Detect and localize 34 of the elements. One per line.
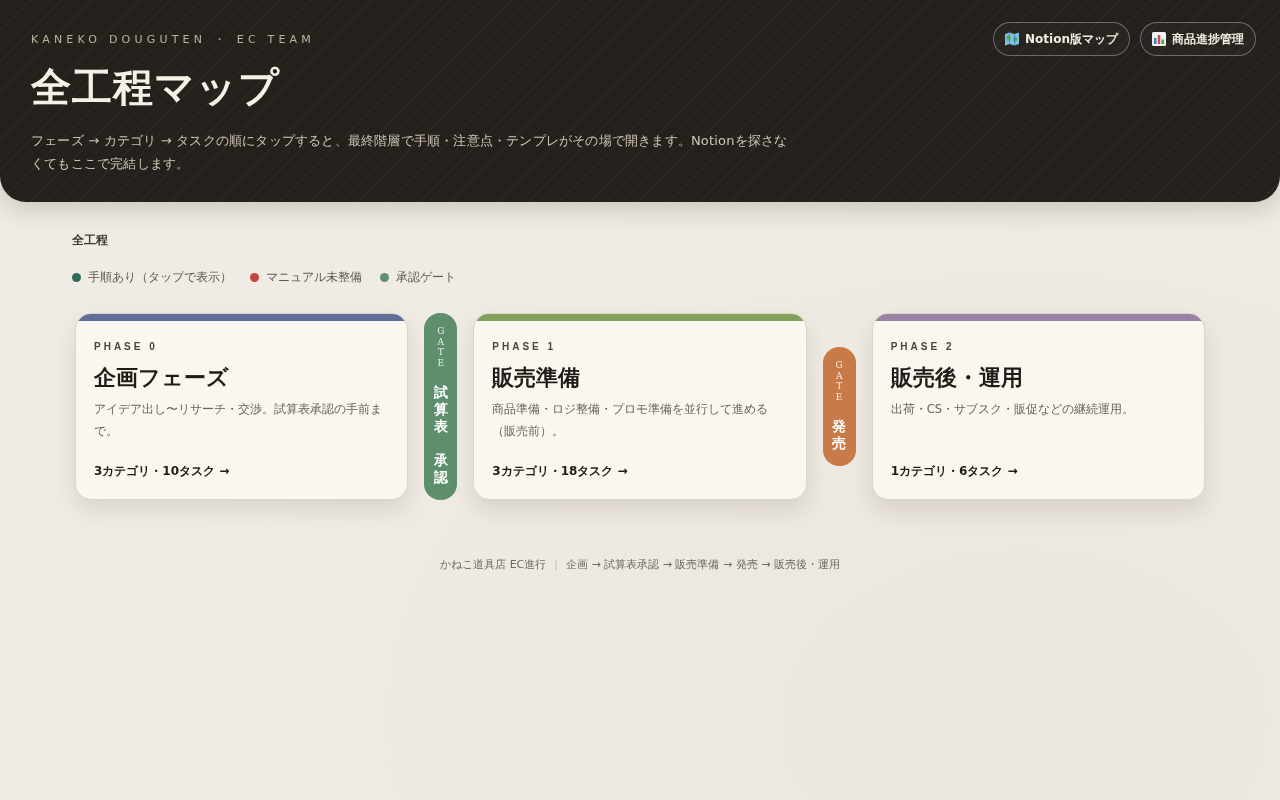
folded-map-icon (1005, 32, 1020, 46)
page-title: 全工程マップ (31, 62, 280, 112)
section-title: 全工程 (72, 232, 108, 248)
phase-card[interactable]: PHASE 2 販売後・運用 出荷・CS・サブスク・販促などの継続運用。 1カテゴリ・6タスク → (871, 313, 1205, 500)
task-summary: 1カテゴリ・6タスク → (890, 463, 1018, 479)
phase-label: PHASE 0 (94, 340, 158, 354)
task-summary: 3カテゴリ・10タスク → (94, 463, 230, 479)
phase-title: 販売準備 (492, 363, 581, 392)
footer-separator: | (554, 557, 558, 573)
phase-label: PHASE 2 (890, 340, 955, 354)
phase-title: 企画フェーズ (94, 363, 229, 392)
phase-card[interactable]: PHASE 0 企画フェーズ アイデア出し〜リサーチ・交渉。試算表承認の手前まで。 3カテゴリ・10タスク → (75, 313, 409, 500)
gate-label: 試算表 (433, 384, 448, 435)
bar-chart-icon (1152, 32, 1166, 46)
link-button[interactable]: Notion版マップ (993, 22, 1130, 56)
gate-tag: GATE (436, 326, 446, 368)
footer-route: 企画 → 試算表承認 → 販売準備 → 発売 → 販売後・運用 (566, 557, 840, 573)
task-summary: 3カテゴリ・18タスク → (492, 463, 628, 479)
link-button[interactable]: 商品進捗管理 (1140, 22, 1256, 56)
phase-label: PHASE 1 (492, 340, 557, 354)
footer-brand: かねこ道具店 EC進行 (440, 557, 547, 573)
gate-label: 承認 (433, 452, 448, 486)
legend-label: 手順あり（タップで表示） (88, 269, 232, 285)
phase-description: アイデア出し〜リサーチ・交渉。試算表承認の手前まで。 (94, 401, 383, 440)
header-eyebrow: KANEKO DOUGUTEN ・ EC TEAM (31, 33, 315, 47)
legend-label: 承認ゲート (396, 269, 456, 285)
gate-tag: GATE (834, 360, 844, 402)
phase-title: 販売後・運用 (890, 363, 1023, 392)
phase-description: 出荷・CS・サブスク・販促などの継続運用。 (890, 401, 1134, 418)
header-description: フェーズ → カテゴリ → タスクの順にタップすると、最終階層で手順・注意点・テンプレがその場で開きます。Notionを探さなくてもここで完結します。 (31, 132, 789, 173)
phase-description: 商品準備・ロジ整備・プロモ準備を並行して進める（販売前）。 (492, 401, 770, 440)
gate-label: 発売 (832, 418, 847, 452)
legend-label: マニュアル未整備 (266, 269, 362, 285)
phase-card[interactable]: PHASE 1 販売準備 商品準備・ロジ整備・プロモ準備を並行して進める（販売前）。 3カテゴリ・18タスク → (473, 313, 807, 500)
